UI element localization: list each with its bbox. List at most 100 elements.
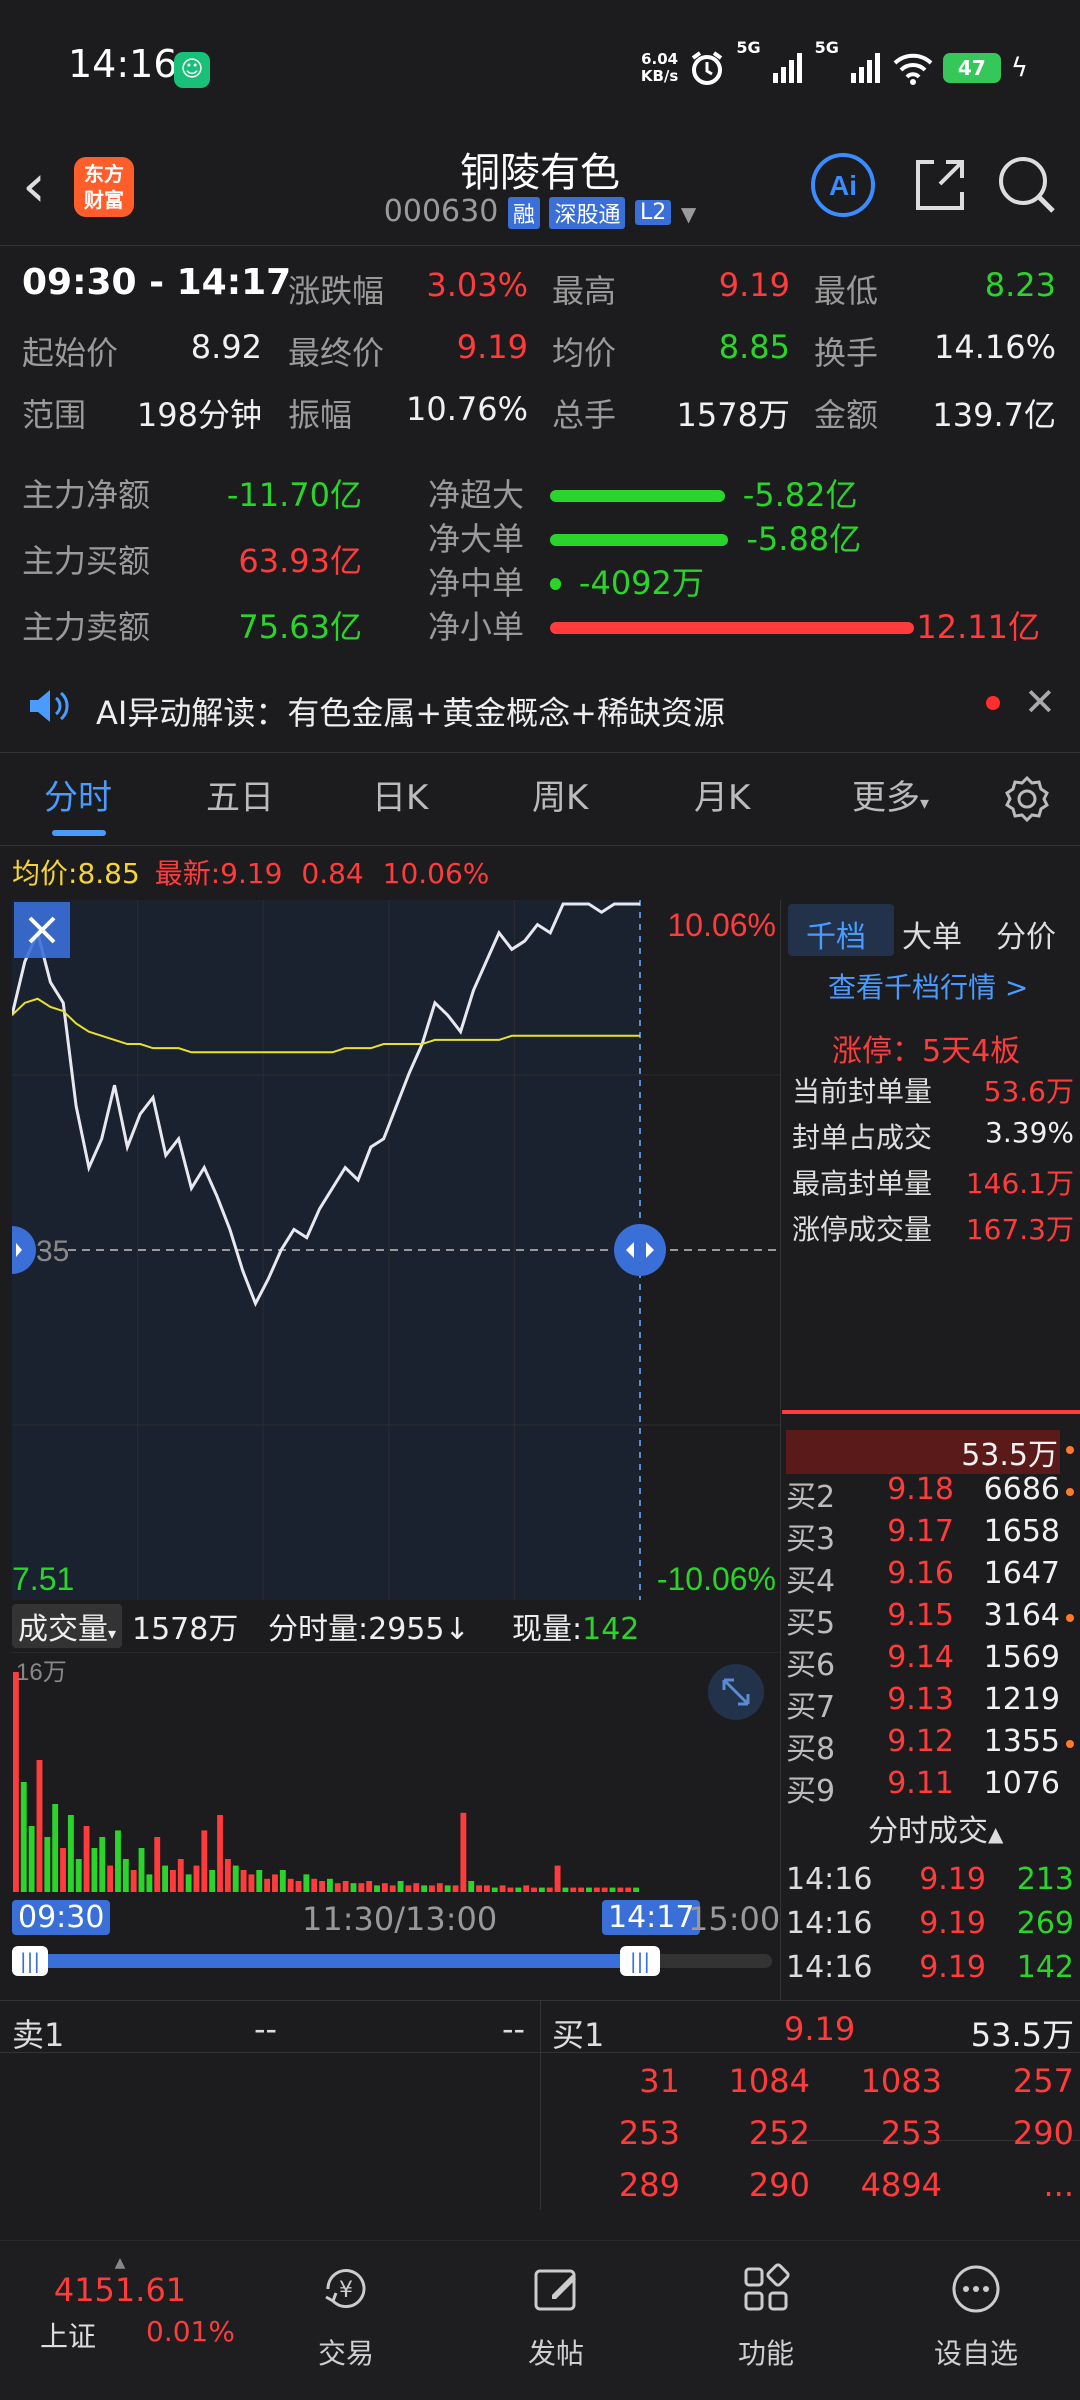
flow-bar bbox=[550, 534, 729, 546]
volume-bar bbox=[217, 1815, 223, 1892]
bid-row[interactable]: 买6 9.14 1569 bbox=[786, 1640, 1068, 1683]
order-book: 卖1 -- -- 买1 9.19 53.5万 31 1084 1083 257 253 2… bbox=[0, 2000, 1080, 2210]
depth-link[interactable]: 查看千档行情 > bbox=[828, 966, 1028, 1006]
wifi-icon bbox=[893, 53, 933, 85]
volume-bar bbox=[444, 1885, 451, 1892]
volume-bar bbox=[224, 1859, 231, 1892]
tab-daily-k[interactable]: 日K bbox=[372, 770, 428, 819]
volume-bar bbox=[311, 1878, 318, 1892]
volume-bar bbox=[374, 1885, 380, 1892]
right-panel: 千档 大单 分价 查看千档行情 > 涨停：5天4板 当前封单量 53.6万 封单占成… bbox=[782, 900, 1080, 2141]
volume-bar bbox=[28, 1826, 35, 1892]
alarm-icon bbox=[692, 51, 723, 85]
volume-bar bbox=[130, 1870, 137, 1892]
volume-select[interactable]: 成交量▾ bbox=[12, 1604, 123, 1648]
settings-icon[interactable] bbox=[1002, 774, 1052, 824]
bid-divider bbox=[782, 1410, 1080, 1414]
tab-five-day[interactable]: 五日 bbox=[206, 770, 274, 819]
right-handle[interactable] bbox=[614, 1224, 666, 1276]
volume-bar bbox=[625, 1887, 632, 1892]
share-icon[interactable] bbox=[906, 152, 972, 218]
volume-bar bbox=[115, 1830, 121, 1892]
order-dot bbox=[1066, 1488, 1074, 1496]
volume-bar bbox=[413, 1883, 420, 1892]
tab-big-order[interactable]: 大单 bbox=[902, 912, 962, 956]
volume-bar bbox=[617, 1887, 624, 1892]
tab-monthly-k[interactable]: 月K bbox=[694, 770, 750, 819]
volume-bar bbox=[67, 1815, 74, 1892]
charging-icon: ϟ bbox=[1010, 53, 1028, 83]
close-icon[interactable]: ✕ bbox=[1024, 680, 1056, 724]
volume-bar bbox=[107, 1865, 114, 1892]
nav-functions[interactable]: 功能 bbox=[686, 2261, 846, 2372]
bid-row[interactable]: 买19.1953.5万 bbox=[786, 1430, 1074, 1474]
range-fill bbox=[22, 1954, 644, 1968]
volume-bar bbox=[586, 1887, 592, 1892]
nav-trade[interactable]: ¥ 交易 bbox=[266, 2261, 426, 2372]
trade-row: 14:16 9.19 269 bbox=[786, 1906, 1074, 1941]
volume-bar bbox=[491, 1887, 498, 1892]
speaker-icon bbox=[30, 690, 69, 722]
intraday-chart[interactable]: 10.06% -10.06% 7.51 35 bbox=[12, 900, 780, 1600]
volume-bar bbox=[460, 1812, 467, 1892]
trades-title[interactable]: 分时成交▲ bbox=[868, 1806, 1003, 1850]
range-start-handle[interactable]: ||| bbox=[12, 1946, 48, 1976]
index-value: 4151.61 bbox=[53, 2271, 187, 2309]
bid-row[interactable]: 买5 9.15 3164 bbox=[786, 1598, 1074, 1641]
volume-bar bbox=[232, 1865, 239, 1892]
expand-icon[interactable] bbox=[708, 1664, 764, 1720]
time-end: 15:00 bbox=[688, 1900, 781, 1938]
flow-bar bbox=[550, 490, 725, 502]
seal-stat-row: 涨停成交量 167.3万 bbox=[792, 1213, 1074, 1246]
order-dot bbox=[1066, 1740, 1074, 1748]
bid-row[interactable]: 买8 9.12 1355 bbox=[786, 1724, 1074, 1767]
nav-post[interactable]: 发帖 bbox=[476, 2261, 636, 2372]
ai-insight-bar[interactable]: AI异动解读：有色金属+黄金概念+稀缺资源 ✕ bbox=[0, 668, 1080, 748]
queue-order: ... bbox=[1043, 2166, 1074, 2204]
volume-bar bbox=[256, 1870, 263, 1892]
ai-insight-text: AI异动解读：有色金属+黄金概念+稀缺资源 bbox=[96, 694, 725, 732]
bid-row[interactable]: 买7 9.13 1219 bbox=[786, 1682, 1068, 1725]
tab-intraday[interactable]: 分时 bbox=[44, 770, 112, 819]
tab-indicator bbox=[52, 830, 106, 836]
signal-icon bbox=[772, 53, 802, 83]
tab-more[interactable]: 更多▾ bbox=[852, 770, 929, 819]
tab-price-dist[interactable]: 分价 bbox=[996, 912, 1056, 956]
capital-flow[interactable]: 主力净额 -11.70亿 主力买额 63.93亿 主力卖额 75.63亿 净超大… bbox=[22, 470, 1062, 670]
tab-weekly-k[interactable]: 周K bbox=[532, 770, 588, 819]
volume-chart[interactable]: 16万 bbox=[12, 1652, 780, 1900]
volume-bar bbox=[405, 1885, 412, 1892]
volume-bar bbox=[342, 1881, 349, 1892]
volume-bar bbox=[91, 1848, 98, 1892]
volume-bar bbox=[468, 1881, 475, 1892]
minute-volume: 分时量:2955↓ bbox=[268, 1612, 470, 1647]
flow-value: 12.11亿 bbox=[916, 608, 1040, 646]
volume-bar bbox=[264, 1878, 271, 1892]
bid-row[interactable]: 买4 9.16 1647 bbox=[786, 1556, 1068, 1599]
volume-bar bbox=[421, 1885, 428, 1892]
volume-bar bbox=[562, 1887, 569, 1892]
bid-row[interactable]: 买9 9.11 1076 bbox=[786, 1766, 1068, 1809]
bid-row[interactable]: 买2 9.18 6686 bbox=[786, 1472, 1074, 1515]
status-bar: 14:16 ☺ 6.04 KB/s 5G 5G 47 ϟ bbox=[0, 0, 1080, 140]
seal-stat-row: 最高封单量 146.1万 bbox=[792, 1167, 1074, 1200]
volume-bar bbox=[52, 1804, 59, 1892]
volume-bar bbox=[209, 1870, 216, 1892]
post-icon bbox=[534, 2269, 576, 2311]
volume-bar bbox=[515, 1887, 522, 1892]
seal-stat-row: 封单占成交 3.39% bbox=[792, 1116, 1074, 1154]
volume-bar bbox=[609, 1887, 616, 1892]
nav-watchlist[interactable]: 设自选 bbox=[896, 2261, 1056, 2372]
volume-bar bbox=[240, 1870, 247, 1892]
volume-bar bbox=[83, 1826, 90, 1892]
volume-scale: 16万 bbox=[16, 1659, 67, 1686]
close-selection-icon[interactable] bbox=[14, 902, 70, 958]
index-widget[interactable]: ▲ 4151.61 上证 0.01% bbox=[40, 2255, 235, 2355]
range-end-handle[interactable]: ||| bbox=[620, 1946, 660, 1976]
ai-icon[interactable]: Ai bbox=[810, 152, 876, 218]
bid-row[interactable]: 买3 9.17 1658 bbox=[786, 1514, 1068, 1557]
svg-text:¥: ¥ bbox=[339, 2278, 353, 2303]
volume-bar bbox=[13, 1672, 19, 1892]
search-icon[interactable] bbox=[994, 152, 1060, 218]
tab-depth[interactable]: 千档 bbox=[806, 912, 866, 956]
